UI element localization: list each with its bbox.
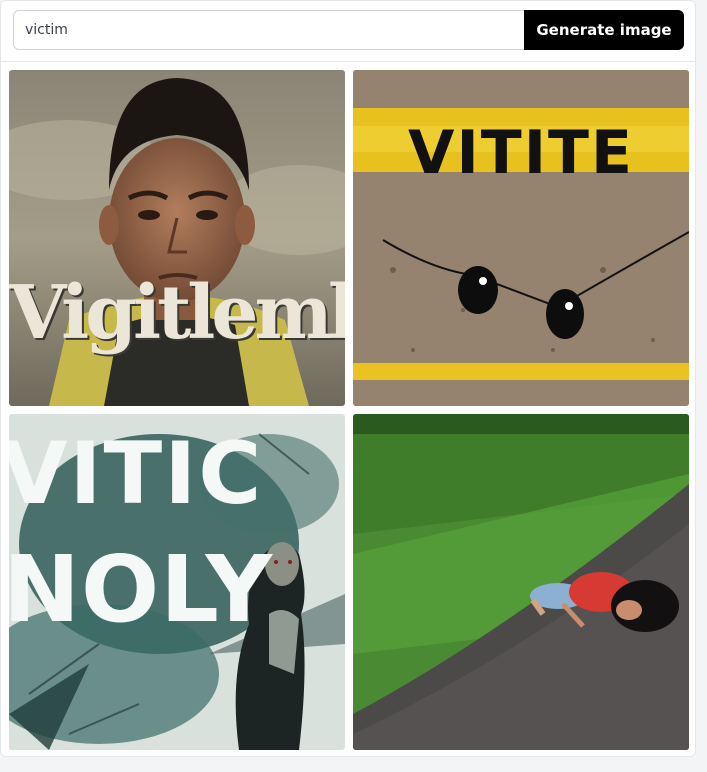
poster-image (9, 414, 345, 750)
road-image (353, 70, 689, 406)
prompt-bar: Generate image (13, 10, 684, 50)
prompt-input[interactable] (13, 10, 524, 50)
path-image (353, 414, 689, 750)
generate-image-button[interactable]: Generate image (524, 10, 684, 50)
generated-image-1[interactable]: Vigitlemb (9, 70, 345, 406)
generated-image-3[interactable]: VITIC NOLY (9, 414, 345, 750)
generated-image-4[interactable] (353, 414, 689, 750)
image-grid: Vigitlemb VITITE VITIC NOLY (9, 70, 689, 750)
generator-card: Generate image (0, 0, 696, 757)
portrait-image (9, 70, 345, 406)
generated-image-2[interactable]: VITITE (353, 70, 689, 406)
divider (1, 61, 695, 62)
